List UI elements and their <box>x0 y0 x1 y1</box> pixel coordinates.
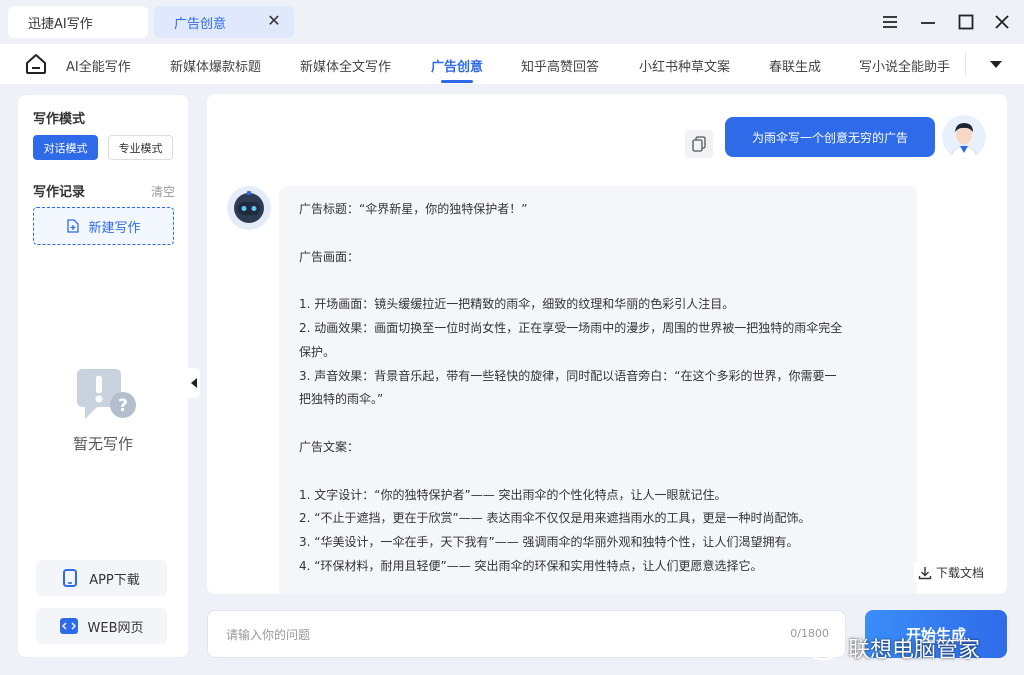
response-line <box>299 412 897 436</box>
empty-state-text: 暂无写作 <box>72 435 133 453</box>
response-line: 广告画面： <box>299 249 360 264</box>
title-bar: 迅捷AI写作 广告创意 ✕ <box>0 0 1024 44</box>
close-window-icon[interactable] <box>992 12 1012 32</box>
download-document-button[interactable]: 下载文档 <box>914 562 989 583</box>
nav-couplet[interactable]: 春联生成 <box>769 56 821 75</box>
code-icon <box>59 618 78 634</box>
response-line: 广告文案： <box>299 439 360 454</box>
nav-ai-writing[interactable]: AI全能写作 <box>66 56 131 75</box>
download-icon <box>918 566 932 579</box>
caret-down-icon[interactable] <box>988 57 1004 71</box>
writing-record-title: 写作记录 <box>33 185 86 200</box>
menu-icon[interactable] <box>880 12 900 32</box>
download-label: 下载文档 <box>936 566 985 580</box>
ai-assistant-avatar <box>227 186 271 230</box>
user-avatar <box>942 115 986 159</box>
ai-response: 广告标题：“伞界新星，你的独特保护者！” 广告画面： 1. 开场画面：镜头缓缓拉… <box>279 186 917 594</box>
writing-mode-title: 写作模式 <box>33 112 86 127</box>
clear-records-link[interactable]: 清空 <box>151 183 175 200</box>
pro-mode-button[interactable]: 专业模式 <box>108 135 173 160</box>
web-page-button[interactable]: WEB网页 <box>36 608 167 644</box>
tab-xunjie-ai[interactable]: 迅捷AI写作 <box>8 6 148 38</box>
new-writing-button[interactable]: 新建写作 <box>33 207 174 245</box>
app-download-button[interactable]: APP下载 <box>36 560 167 596</box>
response-line: 保护。 <box>299 344 336 359</box>
response-line <box>299 269 897 293</box>
weibo-icon <box>809 637 840 661</box>
user-message: 为雨伞写一个创意无穷的广告 <box>725 117 935 157</box>
question-input[interactable] <box>226 623 746 647</box>
chat-area: 为雨伞写一个创意无穷的广告 广告标题：“伞界新星，你的独特保护者！” 广告画面：… <box>207 94 1007 594</box>
watermark-text: 联想电脑管家 <box>848 638 981 663</box>
active-tab-underline <box>441 80 473 83</box>
empty-state-icon: ? <box>77 369 136 419</box>
chat-mode-button[interactable]: 对话模式 <box>33 135 98 160</box>
phone-icon <box>63 569 78 587</box>
response-line: 4. “环保材料，耐用且轻便”—— 突出雨伞的环保和实用性特点，让人们更愿意选择… <box>299 558 763 573</box>
watermark: 联想电脑管家 <box>808 632 980 664</box>
nav-zhihu-answer[interactable]: 知乎高赞回答 <box>521 56 599 75</box>
tab-label: 迅捷AI写作 <box>28 16 93 32</box>
response-line: 把独特的雨伞。” <box>299 392 384 407</box>
response-line: 3. 声音效果：背景音乐起，带有一些轻快的旋律，同时配以语音旁白：“在这个多彩的… <box>299 368 837 383</box>
svg-text:?: ? <box>118 396 128 416</box>
response-line: 广告标题：“伞界新星，你的独特保护者！” <box>299 202 528 216</box>
nav-novel-assistant[interactable]: 写小说全能助手 <box>859 56 950 75</box>
app-download-label: APP下载 <box>89 572 140 588</box>
copy-button[interactable] <box>685 130 713 158</box>
sidebar: 写作模式 对话模式 专业模式 写作记录 清空 新建写作 ? 暂无写作 APP下载… <box>18 95 188 657</box>
feature-nav: AI全能写作 新媒体爆款标题 新媒体全文写作 广告创意 知乎高赞回答 小红书种草… <box>0 44 1024 84</box>
tab-ad-creative[interactable]: 广告创意 ✕ <box>154 6 294 38</box>
response-line: 2. “不止于遮挡，更在于欣赏”—— 表达雨伞不仅仅是用来遮挡雨水的工具，更是一… <box>299 511 811 526</box>
maximize-icon[interactable] <box>956 12 976 32</box>
minimize-icon[interactable] <box>918 12 938 32</box>
nav-ad-creative[interactable]: 广告创意 <box>431 56 483 75</box>
response-line: 1. 文字设计：“你的独特保护者”—— 突出雨伞的个性化特点，让人一眼就记住。 <box>299 487 727 502</box>
new-document-icon <box>67 219 80 233</box>
home-icon[interactable] <box>24 52 48 76</box>
nav-media-headline[interactable]: 新媒体爆款标题 <box>170 56 261 75</box>
new-writing-label: 新建写作 <box>88 220 141 236</box>
copy-icon <box>692 136 706 152</box>
web-page-label: WEB网页 <box>87 620 144 636</box>
caret-left-icon <box>191 378 197 388</box>
question-input-box: 0/1800 <box>207 610 846 658</box>
response-line: 1. 开场画面：镜头缓缓拉近一把精致的雨伞，细致的纹理和华丽的色彩引人注目。 <box>299 297 735 312</box>
response-line <box>299 460 897 484</box>
nav-divider <box>965 52 966 76</box>
response-line <box>299 222 897 246</box>
tab-label: 广告创意 <box>174 16 227 32</box>
nav-media-fulltext[interactable]: 新媒体全文写作 <box>300 56 391 75</box>
nav-xiaohongshu[interactable]: 小红书种草文案 <box>639 56 730 75</box>
collapse-sidebar-handle[interactable] <box>188 368 200 398</box>
close-tab-icon[interactable]: ✕ <box>266 13 282 29</box>
response-line: 3. “华美设计，一伞在手，天下我有”—— 强调雨伞的华丽外观和独特个性，让人们… <box>299 535 799 550</box>
response-line: 2. 动画效果：画面切换至一位时尚女性，正在享受一场雨中的漫步，周围的世界被一把… <box>299 320 843 335</box>
